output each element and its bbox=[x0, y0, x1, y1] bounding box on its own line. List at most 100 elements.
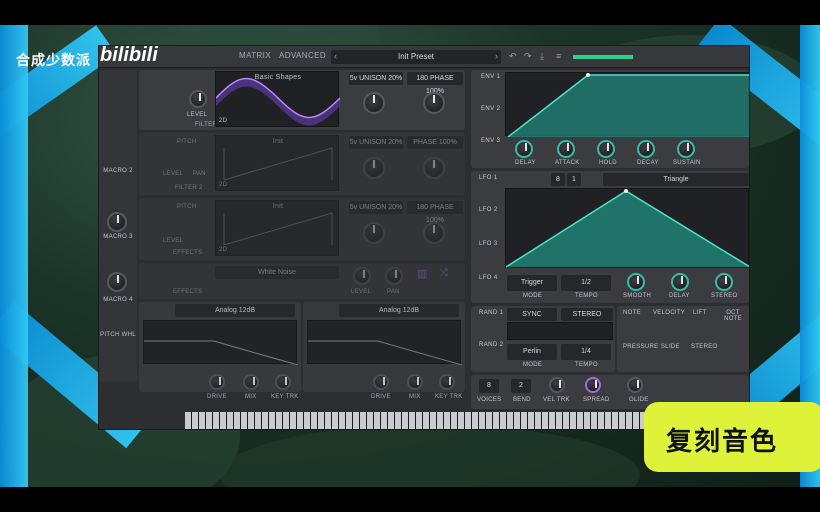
osc1-unison-knob[interactable] bbox=[363, 92, 385, 114]
osc2-unison-knob[interactable] bbox=[363, 157, 385, 179]
menu-icon[interactable]: ≡ bbox=[556, 51, 561, 61]
lfo-shape-selector[interactable]: Triangle bbox=[603, 173, 749, 186]
osc1-level-knob[interactable] bbox=[189, 90, 207, 108]
env1-tab[interactable]: ENV 1 bbox=[481, 74, 500, 80]
keytrack-icon[interactable]: ▥ bbox=[417, 267, 427, 280]
env-sustain-label: SUSTAIN bbox=[673, 160, 701, 166]
sample-name[interactable]: White Noise bbox=[215, 266, 339, 279]
redo-icon[interactable]: ↷ bbox=[524, 51, 532, 62]
envelope-graph[interactable] bbox=[505, 72, 749, 138]
env3-tab[interactable]: ENV 3 bbox=[481, 138, 500, 144]
env-decay-knob[interactable] bbox=[637, 140, 655, 158]
lfo-grid-x[interactable]: 8 bbox=[551, 173, 565, 186]
env-delay-knob[interactable] bbox=[515, 140, 533, 158]
lfo-mode-value[interactable]: Trigger bbox=[507, 275, 557, 291]
osc2-phase-knob[interactable] bbox=[423, 157, 445, 179]
osc3-unison-knob[interactable] bbox=[363, 222, 385, 244]
osc1-phase-box[interactable]: 180 PHASE 100% bbox=[407, 72, 463, 95]
random-mode-value[interactable]: Perlin bbox=[507, 344, 557, 360]
filter2-drive-knob[interactable] bbox=[373, 374, 389, 390]
save-icon[interactable]: ⤓ bbox=[540, 51, 544, 62]
filter1-keytrk-knob[interactable] bbox=[275, 374, 291, 390]
lfo-smooth-knob[interactable] bbox=[627, 273, 645, 291]
env-attack-knob[interactable] bbox=[557, 140, 575, 158]
source-note[interactable]: NOTE bbox=[623, 310, 641, 316]
filter1-mix-knob[interactable] bbox=[243, 374, 259, 390]
filter2-response[interactable] bbox=[307, 320, 463, 366]
random-stereo-button[interactable]: STEREO bbox=[561, 308, 613, 321]
osc1-phase-label: PHASE bbox=[429, 75, 454, 82]
filter1-response[interactable] bbox=[143, 320, 299, 366]
tab-matrix[interactable]: MATRIX bbox=[239, 51, 271, 60]
filter1-drive-knob[interactable] bbox=[209, 374, 225, 390]
sample-level-knob[interactable] bbox=[353, 267, 371, 285]
random-graph[interactable] bbox=[507, 322, 613, 340]
random-mode-label: MODE bbox=[523, 362, 543, 368]
osc3-effects-label[interactable]: EFFECTS bbox=[173, 250, 202, 256]
source-lift[interactable]: LIFT bbox=[693, 310, 707, 316]
lfo1-tab[interactable]: LFO 1 bbox=[479, 175, 498, 181]
volume-meter[interactable] bbox=[573, 55, 633, 59]
osc2-phase-box[interactable]: PHASE 100% bbox=[407, 136, 463, 149]
bend-value[interactable]: 2 bbox=[511, 379, 531, 393]
filter2-drive-label: DRIVE bbox=[371, 394, 391, 400]
lfo-grid-y[interactable]: 1 bbox=[567, 173, 581, 186]
lfo2-tab[interactable]: LFO 2 bbox=[479, 207, 498, 213]
osc1-unison-box[interactable]: 5v UNISON 20% bbox=[349, 72, 403, 85]
random-tempo-value[interactable]: 1/4 bbox=[561, 344, 611, 360]
osc1-phase-knob[interactable] bbox=[423, 92, 445, 114]
undo-icon[interactable]: ↶ bbox=[509, 51, 517, 62]
env-sustain-knob[interactable] bbox=[677, 140, 695, 158]
vital-synth-window: MATRIX ADVANCED ‹ Init Preset › ↶ ↷ ⤓ ≡ … bbox=[98, 45, 750, 430]
source-stereo[interactable]: STEREO bbox=[691, 344, 717, 350]
lfo-stereo-knob[interactable] bbox=[715, 273, 733, 291]
osc3-phase-knob[interactable] bbox=[423, 222, 445, 244]
title-banner: 复刻音色 bbox=[644, 402, 820, 472]
osc3-phase-box[interactable]: 180 PHASE 100% bbox=[407, 201, 463, 224]
macro-4-knob[interactable] bbox=[107, 272, 127, 292]
preset-next-icon[interactable]: › bbox=[495, 51, 498, 61]
osc3-unison-box[interactable]: 5v UNISON 20% bbox=[349, 201, 403, 214]
random-sync-button[interactable]: SYNC bbox=[507, 308, 557, 321]
sample-pan-knob[interactable] bbox=[385, 267, 403, 285]
filter2-mix-knob[interactable] bbox=[407, 374, 423, 390]
blue-frame-left-edge bbox=[0, 25, 28, 487]
glide-knob[interactable] bbox=[627, 377, 643, 393]
filter2-keytrk-knob[interactable] bbox=[439, 374, 455, 390]
osc3-wavetable-display[interactable]: Init 2D bbox=[215, 200, 339, 256]
filter1-model[interactable]: Analog bbox=[215, 307, 237, 314]
osc1-wavetable-display[interactable]: Basic Shapes 2D bbox=[215, 71, 340, 127]
random-phase-icon[interactable]: ⤨ bbox=[439, 267, 448, 280]
source-oct-note[interactable]: OCT NOTE bbox=[717, 310, 749, 322]
lfo-delay-knob[interactable] bbox=[671, 273, 689, 291]
env-hold-knob[interactable] bbox=[597, 140, 615, 158]
filter2-model[interactable]: Analog bbox=[379, 307, 401, 314]
sample-effects-label[interactable]: EFFECTS bbox=[173, 289, 202, 295]
voices-value[interactable]: 8 bbox=[479, 379, 499, 393]
source-pressure[interactable]: PRESSURE bbox=[623, 344, 658, 350]
rand1-tab[interactable]: RAND 1 bbox=[479, 310, 503, 316]
source-velocity[interactable]: VELOCITY bbox=[653, 310, 685, 316]
lfo4-tab[interactable]: LFO 4 bbox=[479, 275, 498, 281]
osc1-dim-label[interactable]: 2D bbox=[219, 118, 227, 124]
filter2-style[interactable]: 12dB bbox=[403, 307, 419, 314]
source-slide[interactable]: SLIDE bbox=[661, 344, 680, 350]
lfo-tempo-value[interactable]: 1/2 bbox=[561, 275, 611, 291]
lfo-graph[interactable] bbox=[505, 188, 749, 268]
env2-tab[interactable]: ENV 2 bbox=[481, 106, 500, 112]
osc2-dim-label[interactable]: 2D bbox=[219, 182, 227, 188]
vel-trk-knob[interactable] bbox=[549, 377, 565, 393]
env-hold-label: HOLD bbox=[599, 160, 617, 166]
spread-knob[interactable] bbox=[585, 377, 601, 393]
osc2-unison-box[interactable]: 5v UNISON 20% bbox=[349, 136, 403, 149]
filter1-style[interactable]: 12dB bbox=[239, 307, 255, 314]
preset-selector[interactable]: ‹ Init Preset › bbox=[331, 50, 501, 64]
osc2-filter-label[interactable]: FILTER 2 bbox=[175, 185, 203, 191]
env-decay-label: DECAY bbox=[637, 160, 659, 166]
osc3-dim-label[interactable]: 2D bbox=[219, 247, 227, 253]
lfo3-tab[interactable]: LFO 3 bbox=[479, 241, 498, 247]
rand2-tab[interactable]: RAND 2 bbox=[479, 342, 503, 348]
osc2-wavetable-display[interactable]: Init 2D bbox=[215, 135, 339, 191]
tab-advanced[interactable]: ADVANCED bbox=[279, 51, 326, 60]
macro-3-knob[interactable] bbox=[107, 212, 127, 232]
